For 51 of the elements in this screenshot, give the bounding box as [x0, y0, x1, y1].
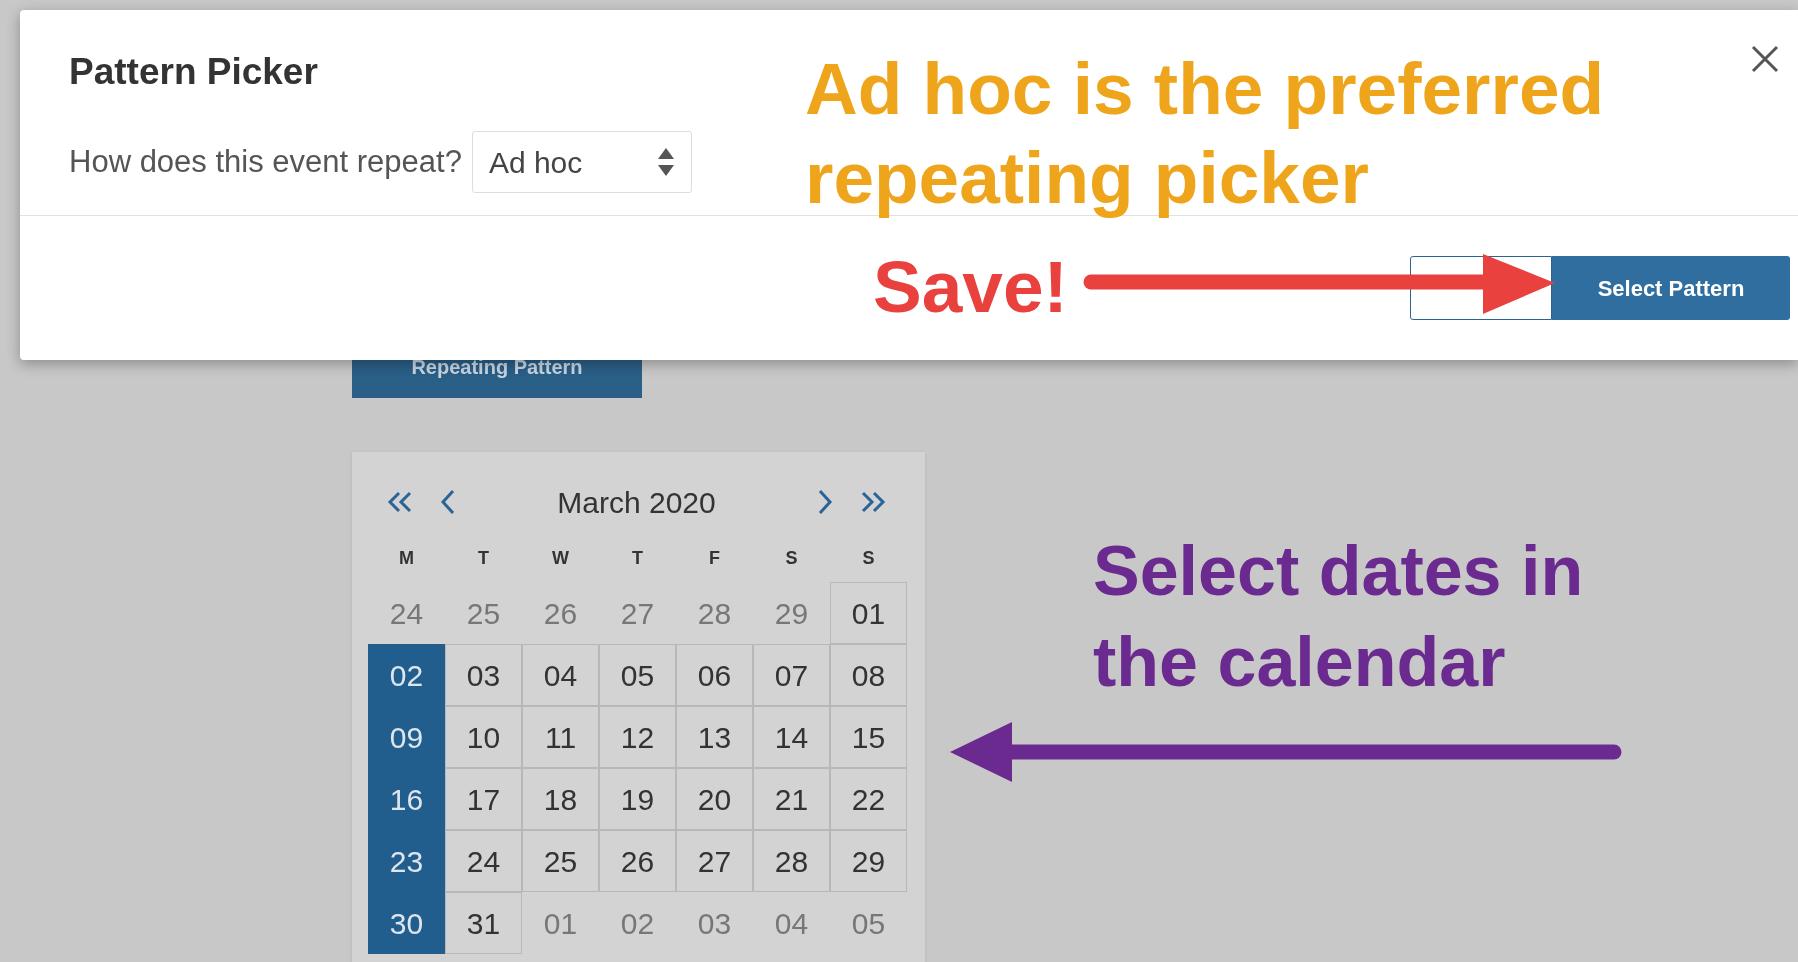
- calendar-day[interactable]: 12: [599, 706, 676, 768]
- calendar-day[interactable]: 15: [830, 706, 907, 768]
- calendar-day[interactable]: 29: [830, 830, 907, 892]
- repeat-select[interactable]: Ad hoc: [471, 131, 692, 193]
- calendar-day[interactable]: 04: [522, 644, 599, 706]
- calendar-day[interactable]: 03: [445, 644, 522, 706]
- annotation-text: Save!: [873, 248, 1068, 326]
- calendar-day[interactable]: 13: [676, 706, 753, 768]
- calendar-day[interactable]: 26: [599, 830, 676, 892]
- chevron-right-icon[interactable]: [817, 489, 833, 515]
- repeat-label: How does this event repeat?: [69, 142, 462, 181]
- weekday-label: F: [709, 546, 720, 570]
- close-icon[interactable]: [1750, 44, 1780, 74]
- calendar-day[interactable]: 25: [522, 830, 599, 892]
- calendar-day[interactable]: 23: [368, 830, 445, 892]
- calendar-day[interactable]: 20: [676, 768, 753, 830]
- secondary-button[interactable]: [1410, 256, 1552, 320]
- annotation-text: Ad hoc is the preferred repeating picker: [805, 47, 1606, 220]
- weekday-label: T: [478, 546, 489, 570]
- dialog-title: Pattern Picker: [69, 54, 318, 90]
- calendar-day[interactable]: 02: [368, 644, 445, 706]
- calendar-day[interactable]: 18: [522, 768, 599, 830]
- weekday-label: S: [785, 546, 798, 570]
- calendar-day[interactable]: 10: [445, 706, 522, 768]
- calendar-day[interactable]: 17: [445, 768, 522, 830]
- calendar-day[interactable]: 09: [368, 706, 445, 768]
- calendar-day[interactable]: 21: [753, 768, 830, 830]
- weekday-label: W: [552, 546, 569, 570]
- calendar-day[interactable]: 01: [830, 582, 907, 644]
- sort-arrows-icon: [656, 146, 675, 178]
- select-pattern-button[interactable]: Select Pattern: [1552, 256, 1790, 320]
- weekday-label: S: [862, 546, 875, 570]
- calendar-day[interactable]: 28: [753, 830, 830, 892]
- calendar-day[interactable]: 11: [522, 706, 599, 768]
- calendar-day[interactable]: 08: [830, 644, 907, 706]
- calendar-day[interactable]: 06: [676, 644, 753, 706]
- weekday-label: M: [399, 546, 414, 570]
- calendar-day[interactable]: 22: [830, 768, 907, 830]
- annotation-text: Select dates in the calendar: [1093, 531, 1585, 703]
- calendar-day[interactable]: 30: [368, 892, 445, 954]
- weekday-label: T: [632, 546, 643, 570]
- calendar-day[interactable]: 16: [368, 768, 445, 830]
- calendar-day[interactable]: 27: [676, 830, 753, 892]
- calendar-day[interactable]: 05: [599, 644, 676, 706]
- calendar-day[interactable]: 19: [599, 768, 676, 830]
- calendar-day[interactable]: 24: [445, 830, 522, 892]
- chevron-left-icon[interactable]: [440, 489, 456, 515]
- month-title: March 2020: [557, 484, 716, 521]
- calendar-day[interactable]: 31: [445, 892, 522, 954]
- calendar-day[interactable]: 07: [753, 644, 830, 706]
- calendar-day[interactable]: 14: [753, 706, 830, 768]
